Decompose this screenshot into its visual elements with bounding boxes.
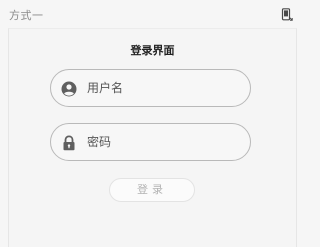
lock-icon: [63, 135, 75, 151]
page-title: 登录界面: [130, 44, 175, 57]
login-panel: 登录界面 登录: [8, 28, 297, 247]
password-input[interactable]: [87, 133, 237, 151]
window-titlebar: 方式一: [0, 0, 302, 28]
username-input[interactable]: [87, 79, 237, 97]
user-icon: [61, 81, 77, 97]
window-title: 方式一: [9, 9, 44, 22]
login-button[interactable]: 登录: [109, 178, 195, 202]
username-field[interactable]: [50, 69, 251, 107]
mobile-device-icon[interactable]: [281, 8, 293, 22]
password-field[interactable]: [50, 123, 251, 161]
